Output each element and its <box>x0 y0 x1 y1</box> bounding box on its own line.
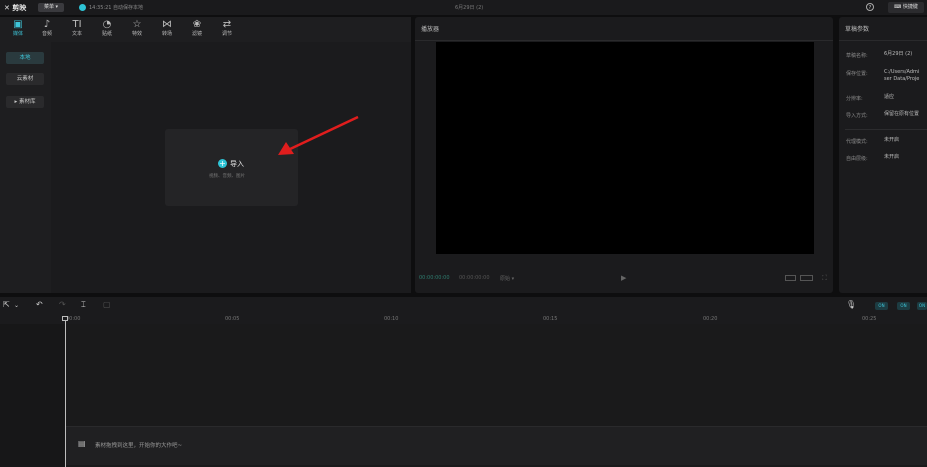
divider <box>839 40 927 41</box>
param-value: 保留在原有位置 <box>884 111 920 117</box>
import-hint: 视频、音频、图片 <box>209 174 245 179</box>
help-icon[interactable]: ? <box>866 3 874 11</box>
param-value: 未开启 <box>884 137 900 143</box>
tab-filter[interactable]: ❀ 滤镜 <box>184 19 210 38</box>
divider <box>845 129 927 130</box>
param-value: 6月29日 (2) <box>884 51 913 57</box>
playhead-handle[interactable] <box>62 316 68 321</box>
effects-icon: ☆ <box>132 19 142 30</box>
param-label: 分辨率: <box>846 96 863 102</box>
plus-icon[interactable]: + <box>218 159 227 168</box>
ruler-tick: 00:25 <box>862 316 877 322</box>
tab-label: 音频 <box>41 31 52 37</box>
fullscreen-icon[interactable]: ⛶ <box>822 274 827 283</box>
tab-text[interactable]: TI 文本 <box>64 19 90 38</box>
sidebar-item-local[interactable]: 本地 <box>6 52 44 64</box>
main-track-toggle[interactable]: ON <box>875 302 888 310</box>
quality-icon[interactable] <box>785 275 796 281</box>
ruler-tick: 00:15 <box>543 316 558 322</box>
tab-sticker[interactable]: ◔ 贴纸 <box>94 19 120 38</box>
tab-media[interactable]: ▣ 媒体 <box>5 19 31 38</box>
param-label: 保存位置: <box>846 71 868 77</box>
cursor-icon[interactable]: ⇱ <box>3 300 10 309</box>
tab-audio[interactable]: ♪ 音频 <box>34 19 60 38</box>
text-icon: TI <box>72 19 82 30</box>
film-icon: ▤ <box>78 439 86 448</box>
aspect-icon[interactable] <box>800 275 813 281</box>
divider <box>415 40 833 41</box>
player-title: 播放器 <box>421 26 440 33</box>
arrow-annotation <box>278 115 359 155</box>
sticker-icon: ◔ <box>102 19 112 30</box>
total-time: 00:00:00:00 <box>459 275 490 281</box>
app-logo: ✕ 剪映 <box>4 4 27 12</box>
redo-icon[interactable]: ↷ <box>59 300 66 309</box>
tab-transition[interactable]: ⋈ 转场 <box>154 19 180 38</box>
params-title: 草稿参数 <box>845 26 870 33</box>
tab-adjust[interactable]: ⇄ 调节 <box>214 19 240 38</box>
split-icon[interactable]: ⌶ <box>81 300 86 310</box>
param-label: 导入方式: <box>846 113 868 119</box>
param-value: C:/Users/Admi <box>884 69 920 75</box>
adjust-icon: ⇄ <box>222 19 232 30</box>
play-icon[interactable]: ▶ <box>621 274 626 282</box>
shortcut-button[interactable]: ⌨ 快捷键 <box>888 2 924 13</box>
sidebar-item-library[interactable]: ▸ 素材库 <box>6 96 44 108</box>
media-icon: ▣ <box>13 19 23 30</box>
param-value: 适应 <box>884 94 895 100</box>
param-value: 未开启 <box>884 154 900 160</box>
chevron-down-icon[interactable]: ⌄ <box>14 302 19 309</box>
delete-icon[interactable]: ▢ <box>103 300 111 309</box>
autosave-status: 14:35:21 自动保存本地 <box>89 5 144 11</box>
sidebar-item-cloud[interactable]: 云素材 <box>6 73 44 85</box>
microphone-icon[interactable]: 🎙 <box>846 300 856 309</box>
filter-icon: ❀ <box>192 19 202 30</box>
tab-effects[interactable]: ☆ 特效 <box>124 19 150 38</box>
param-label: 代理模式: <box>846 139 868 145</box>
tab-label: 转场 <box>161 31 172 37</box>
ruler-tick: 00:05 <box>225 316 240 322</box>
playhead[interactable] <box>65 318 66 467</box>
track-headers <box>0 324 66 467</box>
preview-screen[interactable] <box>436 42 814 254</box>
menu-button[interactable]: 菜单 ▾ <box>38 3 64 12</box>
undo-icon[interactable]: ↶ <box>36 300 43 309</box>
current-time: 00:00:00:00 <box>419 275 450 281</box>
tab-label: 贴纸 <box>101 31 112 37</box>
autosave-icon <box>79 4 86 11</box>
ratio-select[interactable]: 原始 ▾ <box>500 275 514 282</box>
arrow-shaft <box>287 115 359 152</box>
audio-icon: ♪ <box>43 19 51 30</box>
main-track[interactable] <box>66 426 927 465</box>
auto-snap-toggle[interactable]: ON <box>897 302 910 310</box>
timeline-toolbar <box>0 297 927 315</box>
document-title: 6月29日 (2) <box>455 5 484 11</box>
tab-label: 调节 <box>221 31 232 37</box>
ruler-tick: 00:00 <box>66 316 81 322</box>
drop-hint: 素材拖拽到这里，开始你的大作吧~ <box>95 443 183 449</box>
param-label: 自由层级: <box>846 156 868 162</box>
ruler-tick: 00:10 <box>384 316 399 322</box>
ruler-tick: 00:20 <box>703 316 718 322</box>
import-button[interactable]: 导入 <box>230 159 244 169</box>
transition-icon: ⋈ <box>162 19 172 30</box>
time-ruler[interactable] <box>0 315 927 324</box>
tab-label: 文本 <box>71 31 82 37</box>
tab-label: 滤镜 <box>191 31 202 37</box>
param-label: 草稿名称: <box>846 53 868 59</box>
tab-label: 特效 <box>131 31 142 37</box>
linkage-toggle[interactable]: ON <box>917 302 927 310</box>
tab-label: 媒体 <box>12 31 23 37</box>
param-value: ser Data/Proje <box>884 76 920 82</box>
